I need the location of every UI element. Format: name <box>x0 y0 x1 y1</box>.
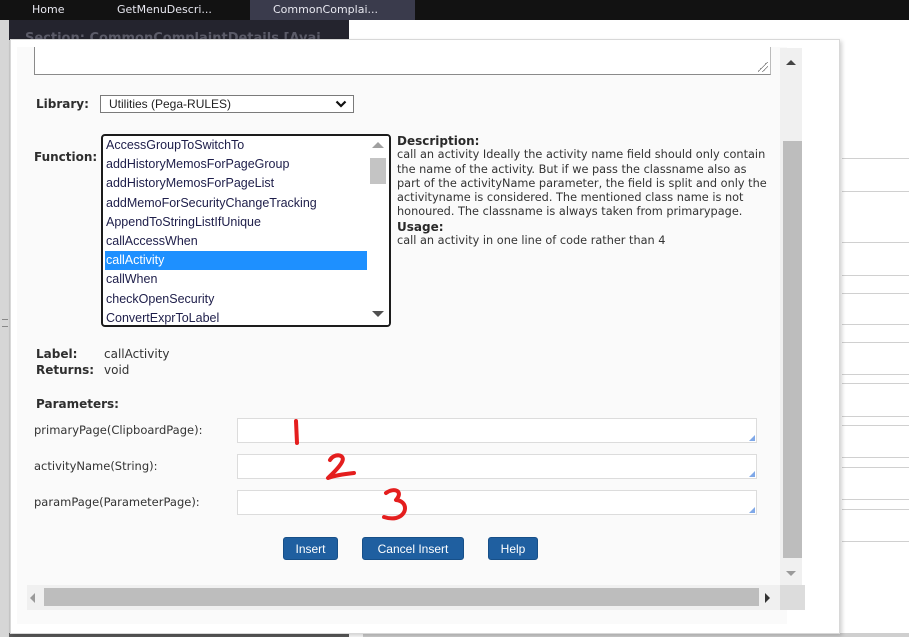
resize-corner-icon <box>749 471 755 477</box>
scroll-down-icon[interactable] <box>786 571 796 576</box>
tab-getmenudescri[interactable]: GetMenuDescri... <box>117 0 212 20</box>
horizontal-scroll-thumb[interactable] <box>44 588 759 606</box>
returns-value: void <box>104 363 130 377</box>
function-description: Description: call an activity Ideally th… <box>397 134 767 248</box>
help-button[interactable]: Help <box>488 537 538 560</box>
chevron-down-icon <box>335 100 347 108</box>
param-input-parampage[interactable] <box>237 490 757 515</box>
background-row-line <box>842 324 909 325</box>
background-row-line <box>842 467 909 468</box>
annotation-1 <box>294 419 299 445</box>
splitter-grip-icon[interactable] <box>2 319 8 327</box>
function-list-item[interactable]: checkOpenSecurity <box>105 290 367 309</box>
resize-corner-icon <box>749 507 755 513</box>
background-section-header: Section: CommonComplaintDetails [Avai <box>9 20 349 40</box>
function-list-item[interactable]: AccessGroupToSwitchTo <box>105 136 367 155</box>
returns-key: Returns: <box>36 363 95 377</box>
background-row-line <box>842 293 909 294</box>
library-label: Library: <box>36 97 89 111</box>
function-list-item[interactable]: callAccessWhen <box>105 232 367 251</box>
background-row-line <box>842 509 909 510</box>
resize-corner-icon <box>749 435 755 441</box>
param-input-primarypage[interactable] <box>237 418 757 443</box>
function-list-item[interactable]: AppendToStringListIfUnique <box>105 213 367 232</box>
background-row-line <box>842 425 909 426</box>
function-list-item[interactable]: callWhen <box>105 270 367 289</box>
background-row-line <box>842 541 909 542</box>
background-row-line <box>842 275 909 276</box>
tab-home[interactable]: Home <box>32 0 64 20</box>
resize-grip-icon[interactable] <box>758 62 768 72</box>
function-list-item[interactable]: addHistoryMemosForPageGroup <box>105 155 367 174</box>
function-list-item[interactable]: ConvertExprToLabel <box>105 309 367 325</box>
background-row-line <box>842 457 909 458</box>
background-row-line <box>842 374 909 375</box>
function-list-item[interactable]: callActivity <box>105 251 367 271</box>
background-row-line <box>842 383 909 384</box>
tab-bar: Home GetMenuDescri... CommonComplai... <box>0 0 909 20</box>
background-row-line <box>842 342 909 343</box>
scroll-left-icon[interactable] <box>30 593 35 603</box>
description-heading: Description: <box>397 134 480 148</box>
param-label-parampage: paramPage(ParameterPage): <box>34 495 200 509</box>
background-row-line <box>842 499 909 500</box>
label-key: Label: <box>36 347 78 361</box>
parameters-heading: Parameters: <box>36 397 119 411</box>
background-row-line <box>842 191 909 192</box>
scrollbar-corner <box>780 585 805 610</box>
usage-heading: Usage: <box>397 219 444 234</box>
function-label: Function: <box>34 150 98 164</box>
annotation-2 <box>326 453 356 480</box>
dialog-vertical-scrollbar[interactable] <box>780 48 802 585</box>
expression-textarea[interactable] <box>34 47 771 75</box>
insert-button[interactable]: Insert <box>283 537 338 560</box>
library-select[interactable]: Utilities (Pega-RULES) <box>100 95 354 113</box>
usage-text: call an activity in one line of code rat… <box>397 234 666 248</box>
library-selected-value: Utilities (Pega-RULES) <box>109 97 232 111</box>
scroll-right-icon[interactable] <box>765 593 770 603</box>
function-list: AccessGroupToSwitchTo addHistoryMemosForP… <box>105 136 367 325</box>
cancel-insert-button[interactable]: Cancel Insert <box>362 537 464 560</box>
function-list-item[interactable]: addHistoryMemosForPageList <box>105 174 367 193</box>
tab-commoncomplai[interactable]: CommonComplai... <box>250 0 415 20</box>
background-row-line <box>842 416 909 417</box>
annotation-3 <box>382 488 407 521</box>
function-list-item[interactable]: addMemoForSecurityChangeTracking <box>105 194 367 213</box>
function-listbox[interactable]: AccessGroupToSwitchTo addHistoryMemosForP… <box>101 134 391 327</box>
function-list-scrollbar[interactable] <box>367 136 389 325</box>
param-label-primarypage: primaryPage(ClipboardPage): <box>34 423 203 437</box>
label-value: callActivity <box>104 347 170 361</box>
scroll-thumb[interactable] <box>370 158 386 184</box>
background-row-line <box>842 242 909 243</box>
scroll-up-icon[interactable] <box>786 60 796 65</box>
description-text: call an activity Ideally the activity na… <box>397 148 767 219</box>
param-label-activityname: activityName(String): <box>34 459 158 473</box>
scroll-down-icon[interactable] <box>372 311 384 317</box>
param-input-activityname[interactable] <box>237 454 757 479</box>
background-row-line <box>842 158 909 159</box>
scroll-up-icon[interactable] <box>372 142 384 148</box>
dialog-horizontal-scrollbar[interactable] <box>27 585 780 610</box>
vertical-scroll-thumb[interactable] <box>783 141 802 558</box>
